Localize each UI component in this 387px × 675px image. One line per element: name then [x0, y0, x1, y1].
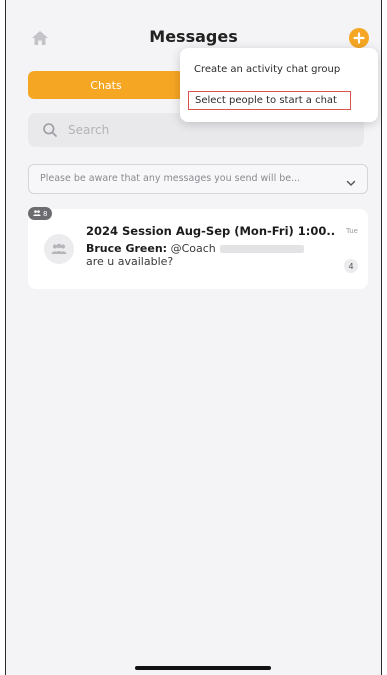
home-indicator	[135, 666, 271, 670]
group-icon	[50, 240, 68, 259]
member-count-badge: 8	[28, 207, 53, 220]
message-text: are u available?	[86, 255, 174, 268]
redacted-name	[219, 245, 304, 253]
menu-item-select-people[interactable]: Select people to start a chat	[188, 91, 351, 110]
chat-list-item[interactable]: 2024 Session Aug-Sep (Mon-Fri) 1:00... T…	[28, 209, 368, 289]
unread-count-badge: 4	[344, 259, 358, 273]
plus-icon	[353, 29, 365, 48]
page-title: Messages	[149, 27, 238, 46]
screen-frame: Messages Chats Please be aw	[0, 0, 387, 675]
group-avatar	[44, 234, 74, 264]
popup-menu: Create an activity chat group Select peo…	[180, 48, 378, 122]
mention-text: @Coach	[170, 242, 216, 255]
people-icon	[33, 209, 41, 218]
chat-preview: Bruce Green: @Coach are u available?	[86, 242, 316, 268]
app-screen: Messages Chats Please be aw	[5, 0, 382, 675]
add-button[interactable]	[349, 28, 369, 48]
chevron-down-icon[interactable]	[345, 174, 357, 186]
sender-name: Bruce Green:	[86, 242, 168, 255]
chat-title: 2024 Session Aug-Sep (Mon-Fri) 1:00...	[86, 224, 336, 238]
chat-time: Tue	[346, 227, 358, 235]
menu-item-create-group[interactable]: Create an activity chat group	[194, 64, 340, 75]
search-icon	[42, 122, 58, 138]
tab-chats[interactable]: Chats	[28, 71, 184, 99]
member-count: 8	[43, 209, 48, 218]
notice-text: Please be aware that any messages you se…	[40, 173, 301, 184]
notice-dropdown[interactable]: Please be aware that any messages you se…	[28, 164, 368, 194]
